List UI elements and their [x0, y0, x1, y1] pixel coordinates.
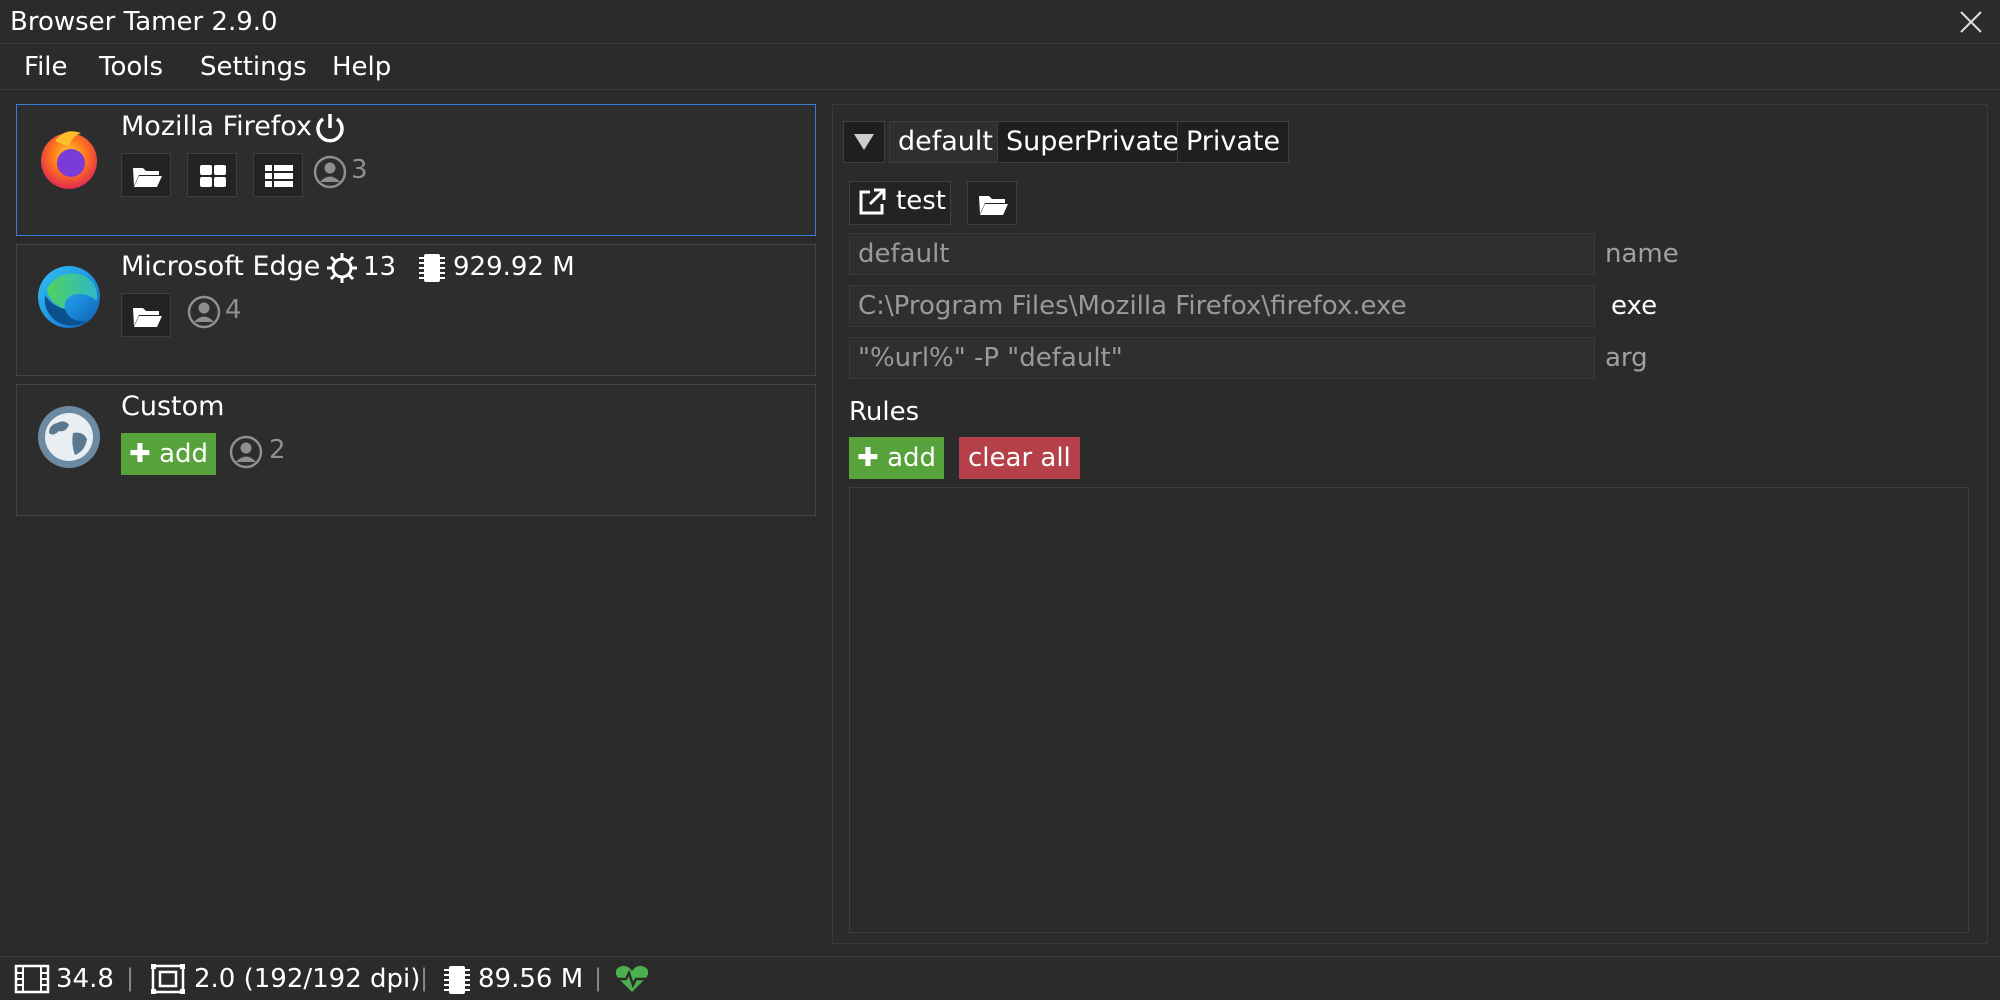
fps-value: 34.8	[56, 964, 114, 994]
window-title: Browser Tamer 2.9.0	[10, 7, 278, 37]
separator: |	[420, 964, 429, 992]
rules-heading: Rules	[849, 397, 920, 427]
triangle-down-icon	[854, 134, 874, 150]
edge-logo-icon	[38, 266, 100, 328]
list-view-button[interactable]	[253, 153, 303, 197]
clear-all-rules-button[interactable]: clear all	[959, 437, 1080, 479]
test-button[interactable]: test	[849, 181, 951, 225]
test-label: test	[896, 186, 946, 216]
arg-label: arg	[1605, 343, 1648, 373]
scale-icon	[151, 964, 185, 994]
browser-name: Mozilla Firefox	[121, 111, 312, 142]
add-label: add	[159, 439, 209, 469]
folder-open-icon	[133, 168, 162, 187]
power-icon[interactable]	[313, 111, 347, 145]
memory-chip-icon	[444, 966, 470, 994]
open-folder-button[interactable]	[121, 293, 171, 337]
browser-card-firefox[interactable]: Mozilla Firefox 3	[16, 104, 816, 236]
open-profile-folder-button[interactable]	[967, 181, 1017, 225]
collapse-toggle[interactable]	[843, 121, 885, 163]
user-profile-icon	[187, 295, 221, 329]
separator: |	[126, 964, 135, 992]
menu-help[interactable]: Help	[332, 52, 391, 82]
profile-editor-panel: default SuperPrivate Private test defaul…	[832, 104, 1988, 944]
plus-icon: ✚	[129, 439, 151, 469]
memory-chip-icon	[419, 254, 445, 282]
profile-count: 3	[351, 155, 368, 185]
process-gear-icon	[327, 253, 357, 283]
browser-name: Microsoft Edge	[121, 251, 321, 282]
menu-bar: File Tools Settings Help	[0, 44, 2000, 90]
external-link-icon	[859, 188, 886, 215]
memory-value: 89.56 M	[478, 964, 584, 994]
user-profile-icon	[229, 435, 263, 469]
folder-open-icon	[133, 308, 162, 327]
tab-default[interactable]: default	[889, 121, 1003, 163]
profile-count: 4	[225, 295, 242, 325]
film-frame-icon	[14, 964, 50, 994]
grid-icon	[200, 165, 226, 187]
folder-open-icon	[979, 196, 1008, 215]
menu-tools[interactable]: Tools	[99, 52, 163, 82]
plus-icon: ✚	[857, 443, 879, 473]
arg-field[interactable]: "%url%" -P "default"	[849, 337, 1595, 379]
grid-view-button[interactable]	[187, 153, 237, 197]
rules-list[interactable]	[849, 487, 1969, 933]
process-count: 13	[363, 252, 397, 282]
exe-field[interactable]: C:\Program Files\Mozilla Firefox\firefox…	[849, 285, 1595, 327]
browser-card-edge[interactable]: Microsoft Edge 13 929.92 M 4	[16, 244, 816, 376]
open-folder-button[interactable]	[121, 153, 171, 197]
globe-icon	[38, 406, 100, 468]
menu-file[interactable]: File	[24, 52, 68, 82]
separator: |	[594, 964, 603, 992]
firefox-logo-icon	[41, 131, 97, 189]
add-rule-label: add	[887, 443, 937, 473]
tab-private[interactable]: Private	[1177, 121, 1290, 163]
add-rule-button[interactable]: ✚ add	[849, 437, 945, 479]
close-icon[interactable]	[1956, 7, 1986, 37]
status-bar: 34.8 | 2.0 (192/192 dpi) | 89.56 M |	[0, 956, 2000, 1000]
list-icon	[265, 165, 293, 187]
add-custom-browser-button[interactable]: ✚ add	[121, 433, 217, 475]
tab-superprivate[interactable]: SuperPrivate	[997, 121, 1189, 163]
name-field[interactable]: default	[849, 233, 1595, 275]
menu-settings[interactable]: Settings	[200, 52, 307, 82]
browser-name: Custom	[121, 391, 225, 422]
title-bar: Browser Tamer 2.9.0	[0, 0, 2000, 44]
user-profile-icon	[313, 155, 347, 189]
heartbeat-icon[interactable]	[614, 963, 650, 995]
memory-usage: 929.92 M	[453, 252, 575, 282]
browser-card-custom[interactable]: Custom ✚ add 2	[16, 384, 816, 516]
profile-count: 2	[269, 435, 286, 465]
exe-label: exe	[1611, 291, 1658, 321]
scale-value: 2.0 (192/192 dpi)	[194, 964, 421, 994]
name-label: name	[1605, 239, 1679, 269]
